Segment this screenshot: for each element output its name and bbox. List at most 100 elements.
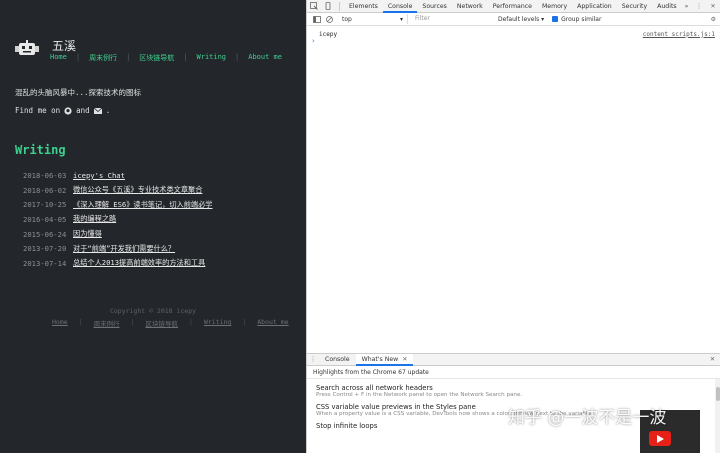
find-me-and: and: [76, 106, 90, 115]
close-tab-icon[interactable]: ✕: [402, 356, 407, 363]
footer-divider: |: [78, 318, 83, 326]
nav-blockchain[interactable]: 区块链导航: [139, 53, 174, 63]
post-item: 2015-06-24 因为懂得: [23, 227, 213, 242]
post-item: 2017-10-25 《深入理解 ES6》读书笔记，切入前端必学: [23, 197, 213, 212]
console-prompt[interactable]: ›: [312, 37, 315, 45]
post-link[interactable]: 因为懂得: [73, 229, 102, 239]
chevron-down-icon: ▾: [399, 15, 403, 23]
drawer-tab-bar: ⋮ Console What's New ✕ ✕: [307, 353, 720, 366]
console-source-link[interactable]: content_scripts.js:1: [643, 31, 715, 38]
post-list: 2018-06-03 icepy's Chat 2018-06-02 微信公众号《五…: [23, 168, 213, 271]
device-toolbar-icon[interactable]: [321, 0, 335, 13]
post-link[interactable]: icepy's Chat: [73, 171, 125, 180]
post-item: 2016-04-05 我的编程之路: [23, 212, 213, 227]
clear-console-icon[interactable]: [323, 13, 336, 25]
whats-new-item[interactable]: Search across all network headers Press …: [316, 384, 712, 399]
tab-elements[interactable]: Elements: [344, 0, 383, 13]
find-me-prefix: Find me on: [15, 106, 61, 115]
top-nav: Home | 周末例行 | 区块链导航 | Writing | About me: [50, 53, 282, 63]
post-date: 2018-06-02: [23, 185, 67, 195]
post-date: 2015-06-24: [23, 229, 67, 239]
scrollbar-thumb[interactable]: [716, 387, 720, 401]
nav-divider: |: [75, 53, 81, 61]
footer-weekend[interactable]: 周末例行: [94, 318, 120, 328]
tab-audits[interactable]: Audits: [652, 0, 681, 13]
watermark: 知乎 @一波不是一波: [508, 408, 667, 428]
post-date: 2018-06-03: [23, 170, 67, 180]
nav-about[interactable]: About me: [248, 53, 282, 63]
writing-heading: Writing: [15, 143, 66, 157]
nav-weekend[interactable]: 周末例行: [89, 53, 117, 63]
kebab-menu-icon[interactable]: ⋮: [692, 0, 706, 13]
footer-divider: |: [130, 318, 135, 326]
drawer-tab-whats-new[interactable]: What's New ✕: [355, 353, 414, 366]
context-selector[interactable]: top ▾: [338, 14, 408, 24]
post-link[interactable]: 总结个人2013提高前端效率的方法和工具: [73, 258, 205, 268]
show-sidebar-icon[interactable]: [310, 13, 323, 25]
tagline: 混乱的头脑风暴中...探索技术的图标: [15, 88, 142, 97]
footer-home[interactable]: Home: [52, 318, 68, 328]
post-link[interactable]: 对于“前端”开发我们需要什么？: [73, 244, 175, 254]
post-link[interactable]: 微信公众号《五溪》专业技术类文章聚合: [73, 185, 202, 195]
footer-divider: |: [189, 318, 193, 326]
context-value: top: [342, 15, 352, 23]
drawer-tab-console[interactable]: Console: [319, 354, 356, 366]
gear-icon[interactable]: ⚙: [711, 16, 716, 23]
devtools-window-controls: ⋮ ✕: [692, 0, 720, 13]
footer-writing[interactable]: Writing: [204, 318, 231, 328]
nav-divider: |: [183, 53, 188, 61]
footer-divider: |: [242, 318, 247, 326]
footer-blockchain[interactable]: 区块链导航: [146, 318, 179, 328]
close-icon[interactable]: ✕: [706, 0, 720, 13]
email-icon[interactable]: [93, 107, 102, 114]
find-me-line: Find me on and .: [15, 106, 110, 115]
post-date: 2013-07-14: [23, 258, 67, 268]
tab-performance[interactable]: Performance: [488, 0, 537, 13]
console-message: icepy: [319, 30, 338, 38]
whats-new-desc: Press Control + F in the Network panel t…: [316, 392, 523, 398]
nav-divider: |: [235, 53, 240, 61]
drawer-scrollbar[interactable]: [715, 379, 720, 453]
more-tabs-button[interactable]: »: [682, 3, 692, 10]
devtools-panel: Elements Console Sources Network Perform…: [306, 0, 720, 453]
copyright: Copyright © 2018 icepy: [109, 307, 197, 315]
post-item: 2018-06-02 微信公众号《五溪》专业技术类文章聚合: [23, 183, 213, 198]
group-similar-checkbox[interactable]: Group similar: [552, 16, 601, 23]
drawer-menu-icon[interactable]: ⋮: [307, 356, 319, 363]
checkbox-checked-icon: [552, 16, 559, 22]
nav-home[interactable]: Home: [50, 53, 67, 63]
drawer-tab-whats-new-label: What's New: [361, 355, 399, 363]
github-icon[interactable]: [64, 106, 72, 115]
post-link[interactable]: 我的编程之路: [73, 214, 116, 224]
nav-divider: |: [126, 53, 131, 61]
tab-sources[interactable]: Sources: [417, 0, 451, 13]
group-similar-label: Group similar: [561, 15, 602, 23]
log-levels-dropdown[interactable]: Default levels ▾: [498, 16, 544, 23]
console-message-row: icepy content_scripts.js:1: [307, 29, 720, 39]
tab-console[interactable]: Console: [382, 0, 418, 13]
highlights-heading: Highlights from the Chrome 67 update: [307, 366, 720, 379]
tab-application[interactable]: Application: [572, 0, 617, 13]
robot-logo-icon: [15, 40, 39, 55]
post-item: 2018-06-03 icepy's Chat: [23, 168, 213, 183]
tab-network[interactable]: Network: [452, 0, 488, 13]
whats-new-title: Search across all network headers: [316, 384, 433, 392]
footer-about[interactable]: About me: [257, 318, 288, 328]
close-drawer-icon[interactable]: ✕: [710, 356, 715, 363]
inspect-element-icon[interactable]: [307, 0, 321, 13]
find-me-end: .: [105, 106, 111, 115]
toolbar-divider: [339, 1, 340, 11]
filter-input[interactable]: Filter: [412, 14, 492, 24]
tab-security[interactable]: Security: [617, 0, 652, 13]
tab-memory[interactable]: Memory: [537, 0, 572, 13]
website-page: 五溪 Home | 周末例行 | 区块链导航 | Writing | About…: [0, 0, 306, 453]
post-date: 2017-10-25: [23, 200, 67, 210]
play-icon[interactable]: [649, 431, 671, 446]
footer-nav: Home | 周末例行 | 区块链导航 | Writing | About me: [52, 318, 289, 328]
post-item: 2013-07-20 对于“前端”开发我们需要什么？: [23, 241, 213, 256]
post-link[interactable]: 《深入理解 ES6》读书笔记，切入前端必学: [73, 200, 213, 210]
devtools-tab-bar: Elements Console Sources Network Perform…: [307, 0, 720, 13]
post-date: 2016-04-05: [23, 214, 67, 224]
nav-writing[interactable]: Writing: [197, 53, 227, 63]
post-item: 2013-07-14 总结个人2013提高前端效率的方法和工具: [23, 256, 213, 271]
